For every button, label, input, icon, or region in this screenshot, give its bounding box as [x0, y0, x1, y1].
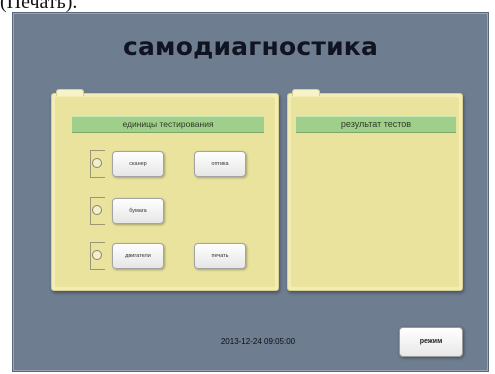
- motors-button[interactable]: двигатели: [112, 243, 164, 269]
- test-results-panel: результат тестов: [287, 89, 463, 291]
- radio-motors[interactable]: [92, 250, 102, 260]
- test-results-header: результат тестов: [296, 116, 456, 133]
- test-units-header: единицы тестирования: [72, 116, 264, 133]
- folder-tab: [56, 89, 84, 96]
- radio-scanner[interactable]: [92, 158, 102, 168]
- radio-paper[interactable]: [92, 205, 102, 215]
- mode-button[interactable]: режим: [399, 327, 463, 357]
- folder-tab: [292, 89, 320, 96]
- paper-button[interactable]: бумага: [112, 198, 164, 224]
- page-title: самодиагностика: [122, 32, 379, 61]
- self-diagnostics-screen: самодиагностика единицы тестирования ска…: [12, 12, 489, 372]
- test-units-panel: единицы тестирования сканер оптика бумаг…: [51, 89, 279, 291]
- optics-button[interactable]: оптика: [194, 151, 246, 177]
- datetime-display: 2013-12-24 09:05:00: [220, 337, 296, 346]
- print-button[interactable]: печать: [194, 243, 246, 269]
- caption-text: (Печать).: [0, 0, 78, 13]
- scanner-button[interactable]: сканер: [112, 151, 164, 177]
